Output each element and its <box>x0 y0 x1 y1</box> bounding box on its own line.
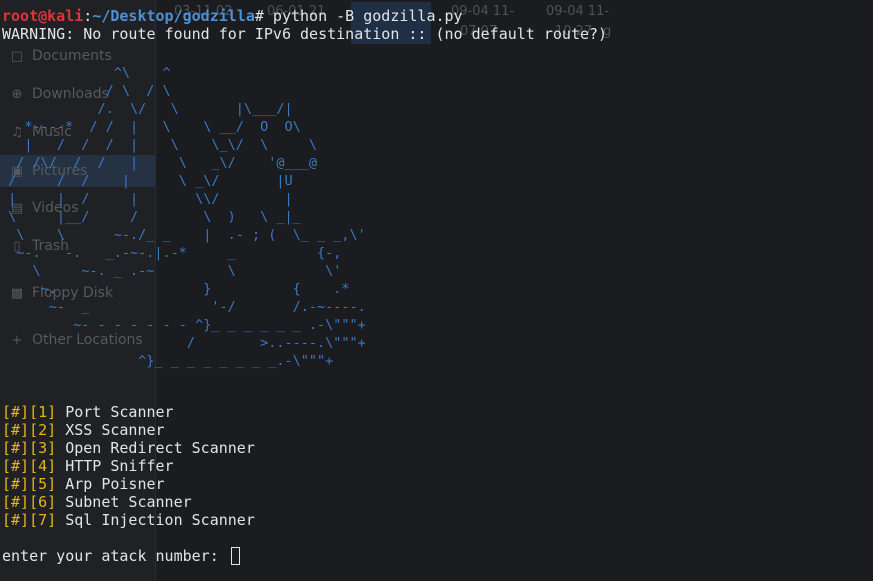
prompt-user: root@kali <box>2 7 84 25</box>
menu-item: [#][7] Sql Injection Scanner <box>2 511 255 529</box>
menu-number: [#][6] <box>2 493 57 511</box>
menu-label: Sql Injection Scanner <box>56 511 255 529</box>
menu-item: [#][3] Open Redirect Scanner <box>2 439 255 457</box>
menu-item: [#][5] Arp Poisner <box>2 475 165 493</box>
input-line[interactable]: enter your atack number: <box>2 547 240 565</box>
menu-item: [#][6] Subnet Scanner <box>2 493 192 511</box>
menu-number: [#][1] <box>2 403 57 421</box>
menu-label: XSS Scanner <box>56 421 165 439</box>
text-cursor <box>230 547 240 565</box>
prompt-symbol: # <box>254 7 264 25</box>
menu-label: Subnet Scanner <box>56 493 192 511</box>
menu-item: [#][2] XSS Scanner <box>2 421 165 439</box>
menu-number: [#][5] <box>2 475 57 493</box>
prompt-separator: : <box>83 7 93 25</box>
menu-number: [#][7] <box>2 511 57 529</box>
menu-label: Arp Poisner <box>56 475 165 493</box>
menu-label: Open Redirect Scanner <box>56 439 255 457</box>
input-prompt: enter your atack number: <box>2 547 228 565</box>
command-text: python -B godzilla.py <box>263 7 463 25</box>
menu-label: HTTP Sniffer <box>56 457 174 475</box>
command-line: root@kali:~/Desktop/godzilla# python -B … <box>2 7 463 25</box>
menu-number: [#][3] <box>2 439 57 457</box>
terminal-window[interactable]: root@kali:~/Desktop/godzilla# python -B … <box>0 0 873 581</box>
menu-item: [#][4] HTTP Sniffer <box>2 457 174 475</box>
menu-item: [#][1] Port Scanner <box>2 403 174 421</box>
menu-number: [#][4] <box>2 457 57 475</box>
menu-number: [#][2] <box>2 421 57 439</box>
menu-label: Port Scanner <box>56 403 174 421</box>
prompt-path: ~/Desktop/godzilla <box>92 7 255 25</box>
warning-line: WARNING: No route found for IPv6 destina… <box>2 25 608 43</box>
godzilla-ascii-art: ^\ ^ / \ / \ /. \/ \ |\___/| *----* / / … <box>8 65 366 369</box>
